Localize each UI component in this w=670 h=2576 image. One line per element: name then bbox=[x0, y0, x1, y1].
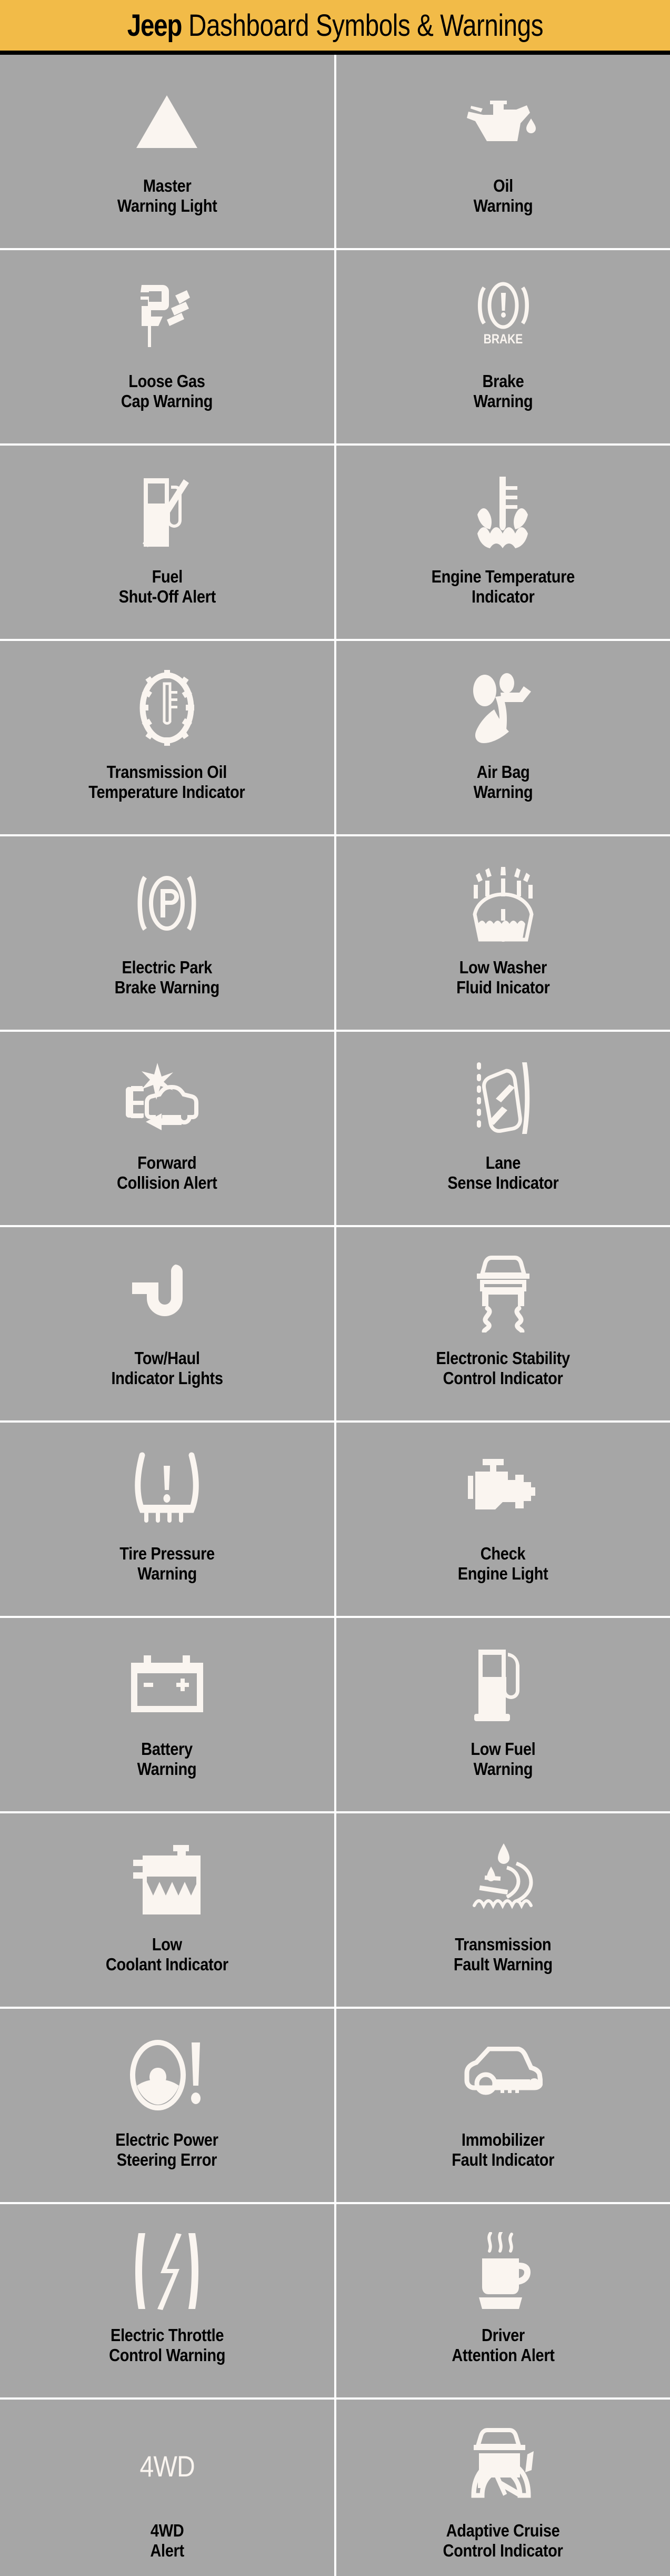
symbol-cell-transmission-fault-warning: Transmission Fault Warning bbox=[336, 1813, 670, 2007]
fuel-shutoff-icon bbox=[6, 468, 328, 557]
symbol-label: Lane Sense Indicator bbox=[447, 1153, 559, 1193]
header-banner: Jeep Dashboard Symbols & Warnings bbox=[0, 0, 670, 55]
low-fuel-pump-icon bbox=[343, 1640, 664, 1730]
symbol-cell-electric-park-brake-warning: Electric Park Brake Warning bbox=[0, 836, 334, 1030]
warning-triangle-icon bbox=[6, 77, 328, 166]
transmission-oil-temp-icon bbox=[6, 663, 328, 753]
symbol-cell-brake-warning: BRAKE Brake Warning bbox=[336, 250, 670, 443]
symbol-label: Check Engine Light bbox=[457, 1544, 548, 1584]
symbol-cell-low-coolant-indicator: Low Coolant Indicator bbox=[0, 1813, 334, 2007]
adaptive-cruise-control-icon bbox=[343, 2422, 664, 2511]
symbol-cell-forward-collision-alert: Forward Collision Alert bbox=[0, 1032, 334, 1225]
symbol-label: Air Bag Warning bbox=[473, 762, 533, 802]
forward-collision-icon bbox=[6, 1054, 328, 1143]
engine-temperature-icon bbox=[343, 468, 664, 557]
symbol-label: Fuel Shut-Off Alert bbox=[118, 567, 216, 607]
four-wheel-drive-text-icon: 4WD bbox=[6, 2422, 328, 2511]
check-engine-icon bbox=[343, 1445, 664, 1534]
symbol-label: Low Fuel Warning bbox=[471, 1739, 536, 1779]
symbol-label: Battery Warning bbox=[137, 1739, 197, 1779]
symbol-cell-lane-sense-indicator: Lane Sense Indicator bbox=[336, 1032, 670, 1225]
symbol-cell-driver-attention-alert: Driver Attention Alert bbox=[336, 2204, 670, 2397]
electronic-stability-icon bbox=[343, 1249, 664, 1339]
symbol-cell-air-bag-warning: Air Bag Warning bbox=[336, 641, 670, 834]
symbol-cell-engine-temperature-indicator: Engine Temperature Indicator bbox=[336, 446, 670, 639]
symbol-label: Oil Warning bbox=[473, 176, 533, 216]
loose-gas-cap-icon bbox=[6, 272, 328, 362]
symbol-cell-electric-power-steering-error: Electric Power Steering Error bbox=[0, 2009, 334, 2202]
oil-can-icon bbox=[343, 77, 664, 166]
lane-sense-icon bbox=[343, 1054, 664, 1143]
symbol-cell-4wd-alert: 4WD 4WD Alert bbox=[0, 2400, 334, 2576]
symbol-cell-tow-haul-indicator-lights: Tow/Haul Indicator Lights bbox=[0, 1227, 334, 1420]
symbol-cell-low-fuel-warning: Low Fuel Warning bbox=[336, 1618, 670, 1811]
symbol-label: Electric Throttle Control Warning bbox=[108, 2325, 225, 2365]
symbol-cell-master-warning-light: Master Warning Light bbox=[0, 55, 334, 248]
symbol-cell-electric-throttle-control-warning: Electric Throttle Control Warning bbox=[0, 2204, 334, 2397]
coffee-cup-icon bbox=[343, 2226, 664, 2316]
symbol-label: Brake Warning bbox=[473, 371, 533, 411]
symbol-label: Immobilizer Fault Indicator bbox=[452, 2130, 555, 2170]
symbol-cell-oil-warning: Oil Warning bbox=[336, 55, 670, 248]
tow-haul-hook-icon bbox=[6, 1249, 328, 1339]
power-steering-icon bbox=[6, 2031, 328, 2120]
symbol-cell-immobilizer-fault-indicator: Immobilizer Fault Indicator bbox=[336, 2009, 670, 2202]
symbol-label: Transmission Fault Warning bbox=[453, 1935, 553, 1975]
symbols-grid: Master Warning Light Oil Warning Loose G… bbox=[0, 55, 670, 2576]
symbol-label: Transmission Oil Temperature Indicator bbox=[88, 762, 245, 802]
tire-pressure-icon bbox=[6, 1445, 328, 1534]
immobilizer-key-car-icon bbox=[343, 2031, 664, 2120]
air-bag-icon bbox=[343, 663, 664, 753]
symbol-label: Electric Power Steering Error bbox=[115, 2130, 219, 2170]
symbol-cell-adaptive-cruise-control-indicator: Adaptive Cruise Control Indicator bbox=[336, 2400, 670, 2576]
electric-throttle-icon bbox=[6, 2226, 328, 2316]
brake-icon-text: BRAKE bbox=[483, 331, 523, 346]
jeep-dashboard-symbols-infographic: Jeep Dashboard Symbols & Warnings Master… bbox=[0, 0, 670, 2576]
symbol-label: Forward Collision Alert bbox=[117, 1153, 217, 1193]
symbol-cell-loose-gas-cap-warning: Loose Gas Cap Warning bbox=[0, 250, 334, 443]
symbol-label: Loose Gas Cap Warning bbox=[121, 371, 213, 411]
symbol-cell-check-engine-light: Check Engine Light bbox=[336, 1423, 670, 1616]
symbol-cell-transmission-oil-temperature-indicator: Transmission Oil Temperature Indicator bbox=[0, 641, 334, 834]
symbol-label: Low Coolant Indicator bbox=[105, 1935, 228, 1975]
symbol-label: Tire Pressure Warning bbox=[119, 1544, 215, 1584]
symbol-cell-low-washer-fluid-indicator: Low Washer Fluid Inicator bbox=[336, 836, 670, 1030]
symbol-label: 4WD Alert bbox=[150, 2521, 184, 2561]
symbol-cell-electronic-stability-control-indicator: Electronic Stability Control Indicator bbox=[336, 1227, 670, 1420]
symbol-label: Adaptive Cruise Control Indicator bbox=[443, 2521, 563, 2561]
washer-fluid-icon bbox=[343, 858, 664, 948]
battery-icon bbox=[6, 1640, 328, 1730]
symbol-label: Driver Attention Alert bbox=[452, 2325, 555, 2365]
symbol-label: Master Warning Light bbox=[117, 176, 217, 216]
transmission-fault-icon bbox=[343, 1835, 664, 1925]
symbol-label: Electric Park Brake Warning bbox=[114, 958, 220, 998]
page-title: Jeep Dashboard Symbols & Warnings bbox=[127, 8, 543, 43]
four-wheel-drive-icon-text: 4WD bbox=[139, 2450, 195, 2483]
symbol-label: Low Washer Fluid Inicator bbox=[456, 958, 550, 998]
brake-warning-icon: BRAKE bbox=[343, 272, 664, 362]
symbol-label: Engine Temperature Indicator bbox=[431, 567, 575, 607]
brand-name: Jeep bbox=[127, 8, 182, 43]
symbol-cell-battery-warning: Battery Warning bbox=[0, 1618, 334, 1811]
symbol-cell-fuel-shutoff-alert: Fuel Shut-Off Alert bbox=[0, 446, 334, 639]
electric-park-brake-icon bbox=[6, 858, 328, 948]
symbol-label: Tow/Haul Indicator Lights bbox=[111, 1348, 223, 1388]
symbol-label: Electronic Stability Control Indicator bbox=[436, 1348, 571, 1388]
page-title-rest: Dashboard Symbols & Warnings bbox=[181, 8, 543, 43]
coolant-level-icon bbox=[6, 1835, 328, 1925]
symbol-cell-tire-pressure-warning: Tire Pressure Warning bbox=[0, 1423, 334, 1616]
